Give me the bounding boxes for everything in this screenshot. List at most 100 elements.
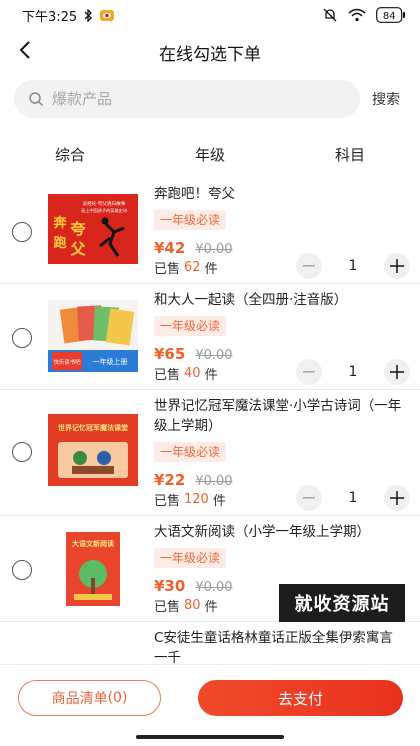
minus-icon <box>303 497 315 499</box>
cover-title: 大语文新阅读 <box>72 539 114 548</box>
cover-title: 世界记忆冠军魔法课堂 <box>58 423 128 432</box>
book-cover-image: 吴经纶·夸父逐日故事 画上中国孩子的英雄史诗 夸 奔 父 跑 <box>48 194 138 264</box>
increase-button[interactable] <box>384 485 410 511</box>
decrease-button[interactable] <box>296 253 322 279</box>
price: ¥22 <box>154 471 186 489</box>
battery-level: 84 <box>383 11 396 22</box>
select-checkbox[interactable] <box>12 328 32 348</box>
quantity-value[interactable]: 1 <box>322 258 384 274</box>
book-cover-image: 快乐读书吧 一年级上册 <box>48 300 138 372</box>
quantity-stepper: 1 <box>296 253 410 279</box>
sold-prefix: 已售 <box>154 494 181 509</box>
tab-comprehensive[interactable]: 综合 <box>0 136 140 174</box>
sold-unit: 件 <box>204 262 218 277</box>
book-cover-image: 世界记忆冠军魔法课堂 <box>48 414 138 486</box>
back-button[interactable] <box>10 36 40 68</box>
sold-number: 120 <box>184 492 209 507</box>
increase-button[interactable] <box>384 359 410 385</box>
grade-tag: 一年级必读 <box>154 442 227 462</box>
plus-icon <box>390 365 404 379</box>
decrease-button[interactable] <box>296 359 322 385</box>
cover-sub-text: 画上中国孩子的英雄史诗 <box>81 207 128 214</box>
search-button[interactable]: 搜索 <box>372 89 400 109</box>
cover-title-char: 夸 <box>70 220 85 238</box>
minus-icon <box>303 265 315 267</box>
plus-icon <box>390 259 404 273</box>
tab-grade[interactable]: 年级 <box>140 136 280 174</box>
sold-prefix: 已售 <box>154 600 181 615</box>
plus-icon <box>390 491 404 505</box>
quantity-stepper: 1 <box>296 485 410 511</box>
search-box[interactable] <box>14 80 360 118</box>
decrease-button[interactable] <box>296 485 322 511</box>
book-cover-image: 大语文新阅读 <box>48 528 138 610</box>
price: ¥65 <box>154 345 186 363</box>
sold-unit: 件 <box>204 600 218 615</box>
sold-number: 40 <box>184 366 201 381</box>
product-name: 大语文新阅读（小学一年级上学期） <box>154 524 370 540</box>
cover-top-text: 吴经纶·夸父逐日故事 <box>83 200 126 207</box>
status-bar: 下午3:25 84 <box>0 0 420 30</box>
product-name: 世界记忆冠军魔法课堂·小学古诗词（一年级上学期） <box>154 398 402 434</box>
cart-label: 商品清单 <box>51 691 108 707</box>
product-name: 奔跑吧！夸父 <box>154 186 235 202</box>
sort-tabs: 综合 年级 科目 <box>0 136 420 174</box>
chevron-left-icon <box>19 40 31 64</box>
price: ¥30 <box>154 577 186 595</box>
quantity-value[interactable]: 1 <box>322 490 384 506</box>
sold-unit: 件 <box>212 494 226 509</box>
product-name: 和大人一起读（全四册·注音版） <box>154 292 348 308</box>
battery-icon: 84 <box>376 7 406 23</box>
list-item: 吴经纶·夸父逐日故事 画上中国孩子的英雄史诗 夸 奔 父 跑 奔跑吧！夸父 一年… <box>0 178 420 284</box>
cover-title-char: 跑 <box>53 235 66 251</box>
list-item: 世界记忆冠军魔法课堂 世界记忆冠军魔法课堂·小学古诗词（一年级上学期） 一年级必… <box>0 390 420 516</box>
quantity-stepper: 1 <box>296 359 410 385</box>
original-price: ¥0.00 <box>195 242 233 257</box>
wifi-icon <box>348 8 366 22</box>
pay-button[interactable]: 去支付 <box>198 680 403 716</box>
cover-title-char: 奔 <box>52 215 67 231</box>
sold-number: 80 <box>184 598 201 613</box>
select-checkbox[interactable] <box>12 560 32 580</box>
search-row: 搜索 <box>14 80 406 118</box>
product-list-button[interactable]: 商品清单 (0) <box>18 680 161 716</box>
select-checkbox[interactable] <box>12 442 32 462</box>
page-title: 在线勾选下单 <box>159 44 261 65</box>
list-item: 快乐读书吧 一年级上册 和大人一起读（全四册·注音版） 一年级必读 ¥65 ¥0… <box>0 284 420 390</box>
cover-badge: 快乐读书吧 <box>54 358 82 366</box>
sold-count: 已售 62 件 <box>154 258 218 277</box>
cover-band-text: 一年级上册 <box>93 357 128 366</box>
original-price: ¥0.00 <box>195 348 233 363</box>
original-price: ¥0.00 <box>195 474 233 489</box>
eye-icon <box>99 9 115 22</box>
bottom-action-bar: 商品清单 (0) 去支付 <box>0 664 420 726</box>
search-icon <box>28 91 44 107</box>
minus-icon <box>303 371 315 373</box>
price: ¥42 <box>154 239 186 257</box>
cover-title-char: 父 <box>69 240 86 258</box>
select-checkbox[interactable] <box>12 222 32 242</box>
nav-bar: 在线勾选下单 <box>0 30 420 74</box>
sold-count: 已售 120 件 <box>154 490 226 509</box>
increase-button[interactable] <box>384 253 410 279</box>
grade-tag: 一年级必读 <box>154 548 227 568</box>
sold-count: 已售 80 件 <box>154 596 218 615</box>
sold-unit: 件 <box>204 368 218 383</box>
product-name: C安徒生童话格林童话正版全集伊索寓言 一千 <box>154 630 393 666</box>
mute-icon <box>322 8 338 22</box>
bluetooth-icon <box>83 8 93 22</box>
sold-prefix: 已售 <box>154 262 181 277</box>
cart-count: (0) <box>107 690 128 706</box>
search-input[interactable] <box>52 90 332 108</box>
sold-count: 已售 40 件 <box>154 364 218 383</box>
quantity-value[interactable]: 1 <box>322 364 384 380</box>
grade-tag: 一年级必读 <box>154 316 227 336</box>
original-price: ¥0.00 <box>195 580 233 595</box>
watermark: 就收资源站 <box>279 584 405 622</box>
home-indicator[interactable] <box>136 735 284 739</box>
tab-subject[interactable]: 科目 <box>280 136 420 174</box>
grade-tag: 一年级必读 <box>154 210 227 230</box>
status-time: 下午3:25 <box>22 9 78 25</box>
sold-prefix: 已售 <box>154 368 181 383</box>
sold-number: 62 <box>184 260 201 275</box>
